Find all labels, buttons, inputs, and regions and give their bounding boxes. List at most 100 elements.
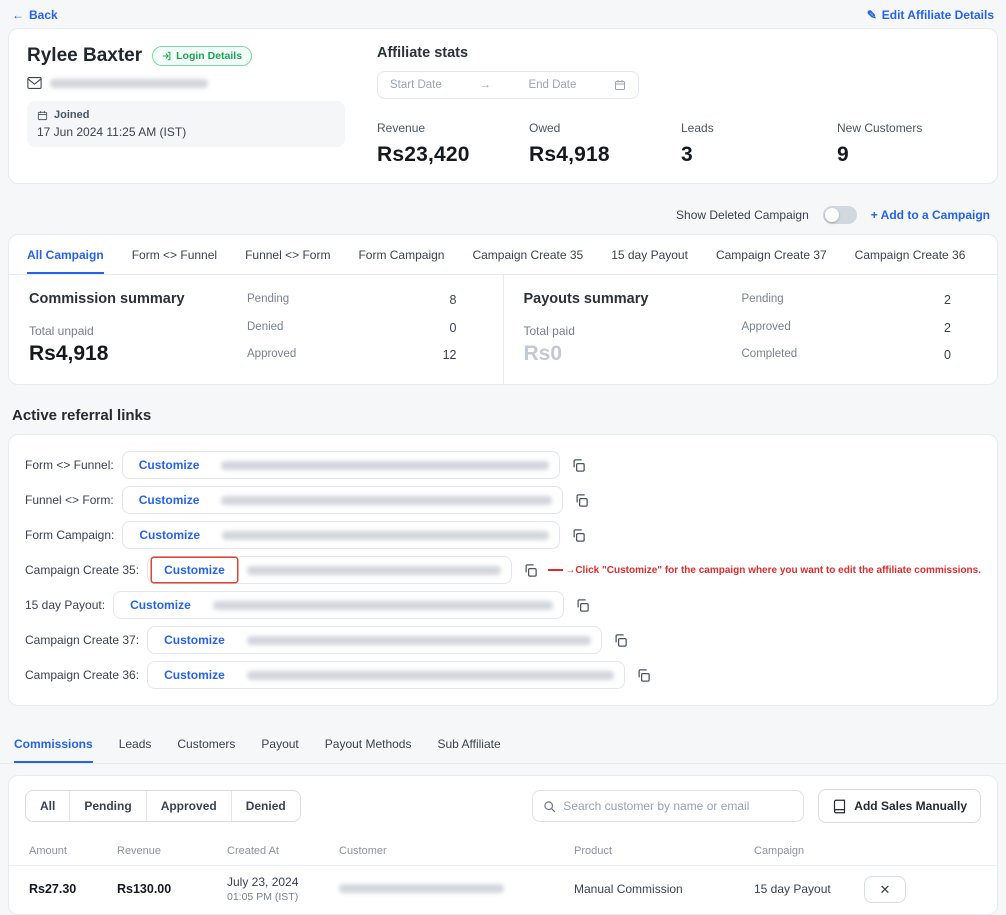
tab-form-funnel[interactable]: Form <> Funnel	[132, 235, 217, 274]
stat-new-customers: New Customers 9	[837, 121, 923, 166]
add-sales-label: Add Sales Manually	[854, 799, 967, 813]
pencil-icon: ✎	[866, 8, 877, 22]
copy-icon	[638, 668, 650, 682]
copy-link-button[interactable]	[569, 456, 588, 475]
login-details-button[interactable]: Login Details	[152, 46, 253, 66]
total-paid-label: Total paid	[523, 324, 575, 338]
copy-link-button[interactable]	[611, 631, 630, 650]
total-unpaid-label: Total unpaid	[29, 324, 94, 338]
customize-button[interactable]: Customize	[152, 628, 237, 652]
commission-summary: Commission summary Total unpaid Rs4,918 …	[9, 275, 503, 384]
referral-link-row: Campaign Create 36: Customize	[25, 660, 981, 690]
end-date-field[interactable]: End Date	[528, 79, 576, 91]
cell-created-at: July 23, 2024 01:05 PM (IST)	[227, 875, 299, 903]
referral-links-card: Form <> Funnel: Customize Funnel <> Form…	[8, 434, 998, 706]
header-campaign: Campaign	[754, 845, 805, 857]
copy-link-button[interactable]	[572, 491, 591, 510]
link-label: Form Campaign:	[25, 528, 115, 542]
cell-revenue: Rs130.00	[117, 882, 172, 896]
stats-title: Affiliate stats	[377, 45, 469, 61]
copy-link-button[interactable]	[634, 666, 653, 685]
link-label: 15 day Payout:	[25, 598, 106, 612]
customize-button[interactable]: Customize	[152, 663, 237, 687]
tab-payout-methods[interactable]: Payout Methods	[325, 724, 412, 763]
payout-completed-row: Completed 0	[741, 348, 952, 362]
show-deleted-campaign-toggle[interactable]	[822, 206, 857, 224]
login-icon	[162, 51, 171, 61]
tab-campaign-create-35[interactable]: Campaign Create 35	[472, 235, 583, 274]
referral-link-box: Customize	[147, 661, 626, 689]
filter-approved-button[interactable]: Approved	[145, 791, 231, 821]
annotation-connector-line	[548, 569, 564, 571]
cell-campaign: 15 day Payout	[754, 882, 831, 896]
tab-funnel-form[interactable]: Funnel <> Form	[245, 235, 330, 274]
stat-revenue: Revenue Rs23,420	[377, 121, 470, 166]
customize-button[interactable]: Customize	[127, 488, 212, 512]
link-label: Campaign Create 35:	[25, 563, 140, 577]
tab-15-day-payout[interactable]: 15 day Payout	[611, 235, 688, 274]
header-customer: Customer	[339, 845, 387, 857]
link-label: Form <> Funnel:	[25, 458, 114, 472]
stats-row: Revenue Rs23,420 Owed Rs4,918 Leads 3 Ne…	[377, 121, 977, 167]
edit-label: Edit Affiliate Details	[881, 8, 994, 22]
campaign-tabs: All Campaign Form <> Funnel Funnel <> Fo…	[9, 235, 997, 275]
filter-pending-button[interactable]: Pending	[69, 791, 145, 821]
filter-all-button[interactable]: All	[26, 791, 69, 821]
filter-denied-button[interactable]: Denied	[230, 791, 300, 821]
table-row: Rs27.30 Rs130.00 July 23, 2024 01:05 PM …	[9, 866, 997, 912]
search-input[interactable]	[563, 799, 794, 813]
add-sales-manually-button[interactable]: Add Sales Manually	[818, 789, 981, 823]
copy-link-button[interactable]	[521, 561, 540, 580]
back-link[interactable]: ← Back	[12, 8, 58, 22]
arrow-left-icon: ←	[12, 8, 24, 22]
envelope-icon	[27, 77, 42, 89]
delete-commission-button[interactable]: ✕	[864, 875, 906, 903]
arrow-right-icon: →	[479, 79, 491, 91]
tab-all-campaign[interactable]: All Campaign	[27, 235, 104, 274]
referral-url-redacted	[246, 670, 615, 680]
cell-amount: Rs27.30	[29, 882, 77, 896]
top-bar: ← Back ✎ Edit Affiliate Details	[0, 0, 1006, 28]
referral-url-redacted	[212, 600, 554, 610]
start-date-field[interactable]: Start Date	[390, 79, 442, 91]
customize-button-highlighted[interactable]: Customize	[152, 558, 237, 582]
referral-url-redacted	[221, 460, 549, 470]
ledger-icon	[834, 799, 846, 813]
affiliate-profile-card: Rylee Baxter Login Details Joined 17 Jun…	[8, 28, 998, 184]
tab-leads[interactable]: Leads	[119, 724, 152, 763]
tab-form-campaign[interactable]: Form Campaign	[358, 235, 444, 274]
table-header-row: Amount Revenue Created At Customer Produ…	[9, 837, 997, 866]
stat-owed: Owed Rs4,918	[529, 121, 610, 166]
customize-button[interactable]: Customize	[127, 453, 212, 477]
copy-icon	[577, 598, 589, 612]
referral-link-row-highlighted: Campaign Create 35: Customize →Click "Cu…	[25, 555, 981, 585]
customize-button[interactable]: Customize	[118, 593, 203, 617]
tab-customers[interactable]: Customers	[177, 724, 235, 763]
link-label: Campaign Create 37:	[25, 633, 140, 647]
referral-link-row: Form <> Funnel: Customize	[25, 450, 981, 480]
date-range-picker[interactable]: Start Date → End Date	[377, 71, 639, 99]
copy-link-button[interactable]	[569, 526, 588, 545]
referral-url-redacted	[246, 565, 502, 575]
search-icon	[544, 800, 556, 812]
close-icon: ✕	[879, 881, 891, 897]
add-to-campaign-button[interactable]: + Add to a Campaign	[871, 208, 990, 222]
copy-link-button[interactable]	[573, 596, 592, 615]
customize-button[interactable]: Customize	[127, 523, 212, 547]
commission-pending-row: Pending 8	[247, 293, 457, 307]
campaign-summary-card: All Campaign Form <> Funnel Funnel <> Fo…	[8, 234, 998, 385]
active-referral-links-title: Active referral links	[12, 407, 152, 424]
tab-campaign-create-37[interactable]: Campaign Create 37	[716, 235, 827, 274]
tab-campaign-create-36[interactable]: Campaign Create 36	[855, 235, 966, 274]
status-filter-group: All Pending Approved Denied	[25, 790, 301, 822]
referral-link-box: Customize	[147, 556, 513, 584]
detail-tabs: Commissions Leads Customers Payout Payou…	[0, 724, 1006, 764]
tab-commissions[interactable]: Commissions	[14, 724, 93, 763]
tab-sub-affiliate[interactable]: Sub Affiliate	[437, 724, 500, 763]
commission-denied-row: Denied 0	[247, 320, 457, 335]
payouts-summary-title: Payouts summary	[523, 291, 649, 307]
show-deleted-campaign-label: Show Deleted Campaign	[676, 208, 809, 222]
tab-payout[interactable]: Payout	[261, 724, 298, 763]
edit-affiliate-details-link[interactable]: ✎ Edit Affiliate Details	[867, 8, 994, 22]
profile-section: Rylee Baxter Login Details Joined 17 Jun…	[9, 29, 357, 183]
